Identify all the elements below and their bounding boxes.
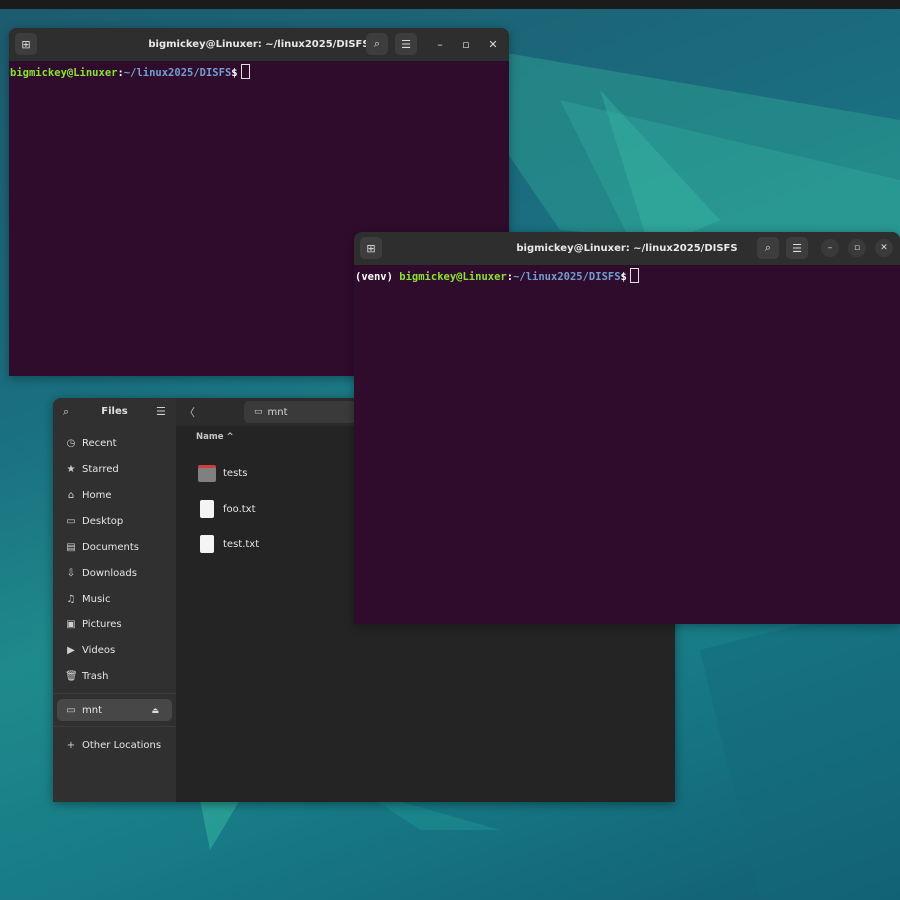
desktop-icon: ▭ (66, 515, 76, 527)
text-file-icon (200, 500, 214, 518)
sort-ascending-icon: ^ (226, 432, 234, 442)
sidebar-item-label: Home (82, 489, 112, 501)
file-name: foo.txt (223, 503, 256, 515)
close-icon[interactable]: ✕ (482, 33, 504, 55)
sidebar-item-label: Documents (82, 541, 140, 553)
sidebar-item-recent[interactable]: ◷ Recent (57, 432, 172, 454)
files-sidebar: ⌕ Files ☰ ◷ Recent ★ Starred ⌂ Home ▭ Deskto… (53, 398, 176, 802)
sidebar-item-mnt[interactable]: ▭ mnt ⏏ (57, 699, 172, 721)
home-icon: ⌂ (67, 489, 75, 501)
file-row-test[interactable]: test.txt (198, 533, 259, 555)
sidebar-item-videos[interactable]: ▶ Videos (57, 639, 172, 661)
prompt-user: bigmickey@Linuxer (10, 67, 118, 79)
top-bar (0, 0, 900, 9)
clock-icon: ◷ (66, 437, 76, 449)
videos-icon: ▶ (67, 644, 75, 656)
sidebar-item-documents[interactable]: ▤ Documents (57, 536, 172, 558)
trash-icon: 🗑 (65, 670, 78, 682)
file-row-foo[interactable]: foo.txt (198, 498, 256, 520)
file-row-tests[interactable]: tests (198, 462, 247, 484)
back-icon[interactable]: 〈 (184, 404, 195, 420)
sidebar-item-label: Pictures (82, 618, 122, 630)
documents-icon: ▤ (66, 541, 76, 553)
sidebar-header: ⌕ Files ☰ (53, 398, 176, 426)
sidebar-item-label: Videos (82, 644, 116, 656)
hamburger-menu-icon[interactable]: ☰ (156, 405, 166, 418)
maximize-icon[interactable]: ▫ (455, 33, 477, 55)
prompt-dollar: $ (620, 271, 627, 283)
folder-icon (198, 464, 216, 482)
eject-icon[interactable]: ⏏ (151, 706, 159, 715)
sidebar-item-label: Other Locations (82, 739, 162, 751)
sidebar-item-desktop[interactable]: ▭ Desktop (57, 510, 172, 532)
sidebar-item-label: Music (82, 593, 111, 605)
maximize-icon[interactable]: ▫ (848, 239, 866, 257)
sidebar-divider (53, 726, 176, 727)
sidebar-item-label: Recent (82, 437, 117, 449)
prompt-dollar: $ (231, 67, 238, 79)
drive-icon: ▭ (66, 704, 76, 716)
file-name: tests (223, 467, 248, 479)
prompt-path: ~/linux2025/DISFS (513, 271, 621, 283)
sidebar-item-other-locations[interactable]: + Other Locations (57, 734, 172, 756)
terminal-1-output[interactable]: bigmickey@Linuxer:~/linux2025/DISFS$ (9, 61, 509, 79)
sidebar-item-label: mnt (82, 704, 102, 716)
text-cursor (629, 268, 639, 283)
minimize-icon[interactable]: – (821, 239, 839, 257)
text-cursor (240, 64, 250, 79)
sidebar-item-label: Desktop (82, 515, 124, 527)
new-tab-icon[interactable]: ⊞ (15, 33, 37, 55)
close-icon[interactable]: ✕ (875, 239, 893, 257)
search-icon[interactable]: ⌕ (366, 33, 388, 55)
plus-icon: + (66, 739, 76, 751)
sidebar-item-label: Trash (82, 670, 109, 682)
hamburger-menu-icon[interactable]: ☰ (786, 237, 808, 259)
terminal-2-title: bigmickey@Linuxer: ~/linux2025/DISFS (516, 243, 738, 254)
music-icon: ♫ (66, 593, 76, 605)
sidebar-item-pictures[interactable]: ▣ Pictures (57, 613, 172, 635)
new-tab-icon[interactable]: ⊞ (360, 237, 382, 259)
sidebar-item-label: Starred (82, 463, 119, 475)
terminal-window-2[interactable]: ⊞ bigmickey@Linuxer: ~/linux2025/DISFS ⌕… (354, 232, 900, 624)
terminal-2-titlebar[interactable]: ⊞ bigmickey@Linuxer: ~/linux2025/DISFS ⌕… (354, 232, 900, 265)
file-name: test.txt (223, 538, 260, 550)
sidebar-item-label: Downloads (82, 567, 137, 579)
column-header-name[interactable]: Name ^ (196, 432, 234, 442)
sidebar-item-trash[interactable]: 🗑 Trash (57, 665, 172, 687)
downloads-icon: ⇩ (66, 567, 76, 579)
prompt-path: ~/linux2025/DISFS (123, 67, 232, 79)
sidebar-item-home[interactable]: ⌂ Home (57, 484, 172, 506)
sidebar-item-starred[interactable]: ★ Starred (57, 458, 172, 480)
pictures-icon: ▣ (66, 618, 76, 630)
path-label: mnt (267, 406, 288, 418)
sidebar-item-downloads[interactable]: ⇩ Downloads (57, 562, 172, 584)
venv-prefix: (venv) (355, 271, 400, 283)
drive-icon: ▭ (254, 407, 263, 417)
minimize-icon[interactable]: – (429, 33, 451, 55)
hamburger-menu-icon[interactable]: ☰ (395, 33, 417, 55)
sidebar-divider (53, 693, 176, 694)
column-header-label: Name (196, 432, 224, 442)
prompt-user: bigmickey@Linuxer (399, 271, 507, 283)
star-icon: ★ (66, 463, 76, 475)
terminal-2-output[interactable]: (venv) bigmickey@Linuxer:~/linux2025/DIS… (354, 265, 900, 283)
search-icon[interactable]: ⌕ (757, 237, 779, 259)
sidebar-item-music[interactable]: ♫ Music (57, 588, 172, 610)
text-file-icon (200, 535, 214, 553)
terminal-1-titlebar[interactable]: ⊞ bigmickey@Linuxer: ~/linux2025/DISFS ⌕… (9, 28, 509, 61)
